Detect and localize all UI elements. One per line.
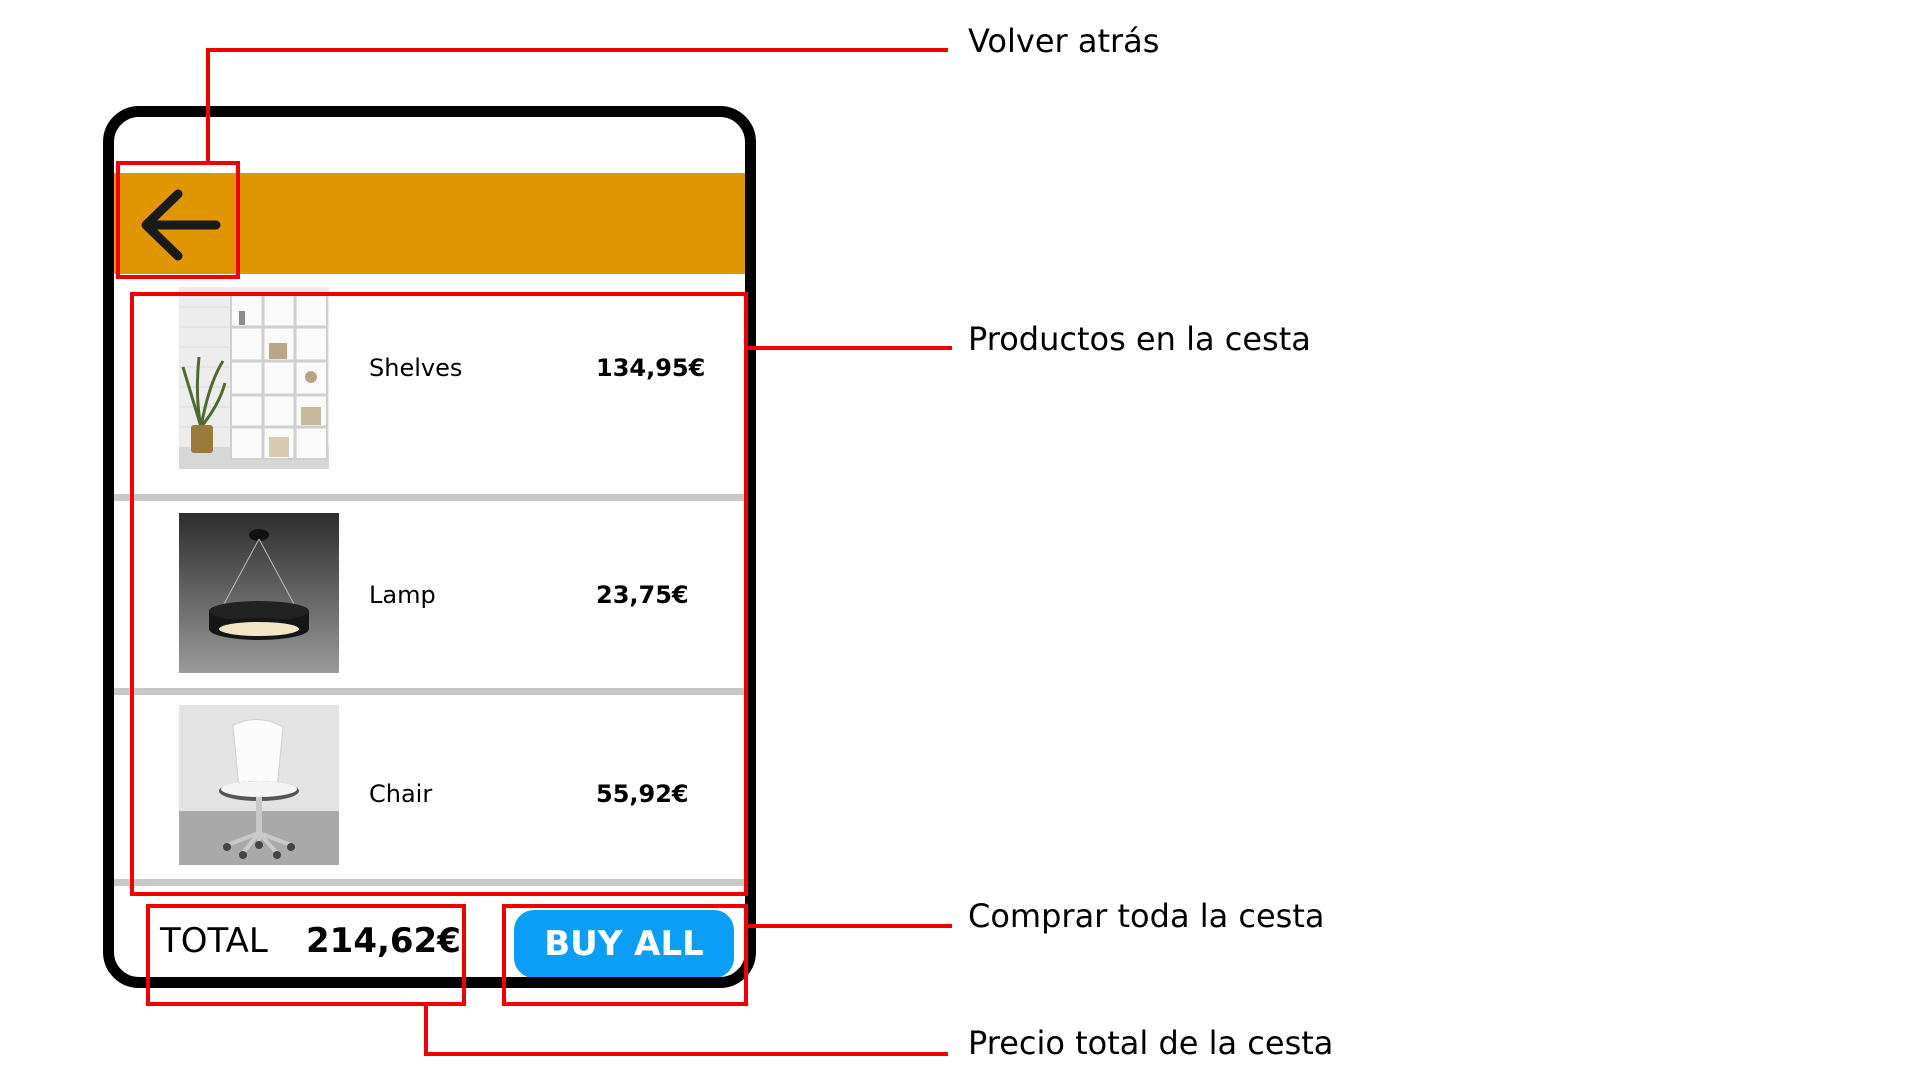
annotation-back: Volver atrás (968, 22, 1160, 60)
highlight-products (130, 292, 748, 896)
highlight-back-button (116, 161, 240, 279)
connector-products (746, 346, 952, 350)
annotation-total: Precio total de la cesta (968, 1024, 1334, 1062)
highlight-total (146, 904, 466, 1006)
connector-buy-all (746, 924, 952, 928)
connector-total (424, 1052, 948, 1056)
connector-back (206, 48, 948, 52)
annotation-buy-all: Comprar toda la cesta (968, 897, 1325, 935)
annotation-products: Productos en la cesta (968, 320, 1311, 358)
connector-total (424, 1004, 428, 1056)
connector-back (206, 48, 210, 162)
highlight-buy-all (502, 904, 748, 1006)
